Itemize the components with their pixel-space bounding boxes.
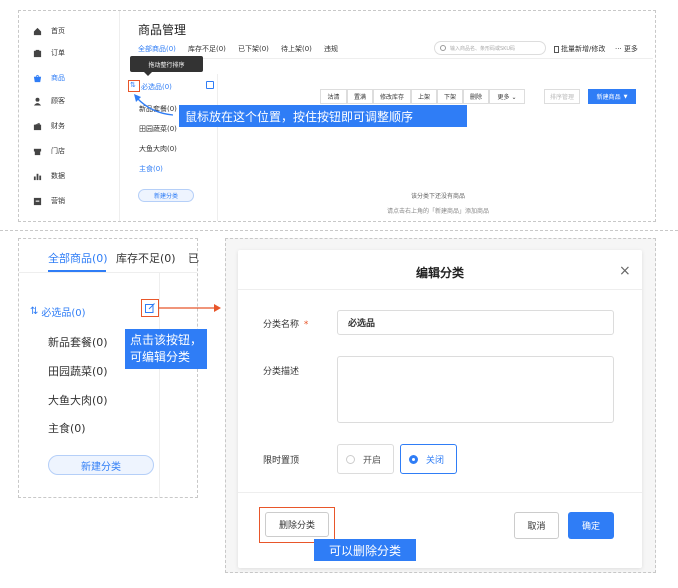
sidebar-item-finance[interactable]: 财务 [33,116,65,136]
drag-tooltip: 拖动整行排序 [130,56,203,72]
category-item-required[interactable]: 必选品(0) [141,82,172,92]
modal-footer-divider [238,492,642,493]
category-item-meat[interactable]: 大鱼大肉(0) [48,392,108,408]
new-product-button[interactable]: 新建商品 ▼ [588,89,636,104]
sidebar-item-label: 数据 [51,172,65,180]
tab-low-stock[interactable]: 库存不足(0) [116,250,176,266]
toolbar-offshelf-button[interactable]: 下架 [437,89,463,104]
toolbar-more-button[interactable]: 更多 ⌄ [489,89,525,104]
sidebar-item-orders[interactable]: 订单 [33,43,65,63]
tabs-bottom-line [138,58,653,59]
new-category-button[interactable]: 新建分类 [48,455,154,475]
new-category-button[interactable]: 新建分类 [138,189,194,202]
toolbar-onshelf-button[interactable]: 上架 [411,89,437,104]
sidebar-item-label: 首页 [51,27,65,35]
tab-off-shelf-partial[interactable]: 已 [188,250,199,266]
edit-callout: 点击该按钮， 可编辑分类 [125,329,207,369]
toolbar-sellout-button[interactable]: 沽清 [320,89,347,104]
page-title: 商品管理 [138,23,187,37]
pin-label: 限时置顶 [263,456,300,466]
empty-state-hint: 请点击右上角的「新建商品」添加商品 [386,208,489,215]
sidebar-item-label: 顾客 [51,97,65,105]
sidebar-item-label: 门店 [51,147,65,155]
cancel-button[interactable]: 取消 [514,512,559,539]
toolbar-stock-button[interactable]: 修改库存 [373,89,411,104]
category-item-required[interactable]: ⇅ 必选品(0) [30,304,86,319]
sidebar-item-label: 财务 [51,122,65,130]
batch-edit-button[interactable]: 批量新增/修改 [554,44,605,54]
document-icon [554,45,559,53]
category-item-staple[interactable]: 主食(0) [139,164,163,174]
drag-handle-icon[interactable]: ⇅ [130,81,136,89]
order-icon [33,49,42,58]
tab-all[interactable]: 全部商品(0) [48,250,108,266]
bottom-left-panel: 全部商品(0) 库存不足(0) 已 ⇅ 必选品(0) 新品套餐(0) 田园蔬菜(… [18,238,207,498]
store-icon [33,147,42,156]
name-field[interactable]: 必选品 [337,310,614,335]
edit-icon[interactable] [206,81,214,89]
customer-icon [33,97,42,106]
sidebar-item-goods[interactable]: 商品 [33,68,65,88]
sort-manage-button[interactable]: 排序管理 [544,89,580,104]
search-placeholder: 输入商品名、条形码或SKU码 [450,45,515,52]
home-icon [33,27,42,36]
tab-low-stock[interactable]: 库存不足(0) [188,44,226,54]
sidebar-item-stores[interactable]: 门店 [33,141,65,161]
edit-to-modal-arrow [158,304,221,312]
category-item-veg[interactable]: 田园蔬菜(0) [48,363,108,379]
category-item-meat[interactable]: 大鱼大肉(0) [139,144,177,154]
delete-category-button[interactable]: 删除分类 [265,512,329,537]
sidebar-item-label: 营销 [51,197,65,205]
sidebar-item-data[interactable]: 数据 [33,166,65,186]
tab-violation[interactable]: 违规 [324,44,338,54]
tab-pending[interactable]: 待上架(0) [281,44,312,54]
radio-checked-icon [409,454,418,464]
drag-callout: 鼠标放在这个位置，按住按钮即可调整顺序 [179,105,467,127]
drag-handle-icon[interactable]: ⇅ [30,306,38,317]
delete-callout: 可以删除分类 [314,539,416,561]
empty-state-title: 该分类下还没有商品 [410,193,465,200]
pin-option-off[interactable]: 关闭 [400,444,457,474]
sidebar-item-label: 商品 [51,74,65,82]
sidebar: 首页 订单 商品 顾客 财务 门店 数据 营销 [19,11,119,221]
category-item-combo[interactable]: 新品套餐(0) [48,334,108,350]
drag-pointer-arrow [134,94,174,116]
tab-off-shelf[interactable]: 已下架(0) [238,44,269,54]
name-label: 分类名称 * [263,320,309,330]
tabs-bottom-line [19,272,197,273]
category-item-veg[interactable]: 田园蔬菜(0) [139,124,177,134]
confirm-button[interactable]: 确定 [568,512,614,539]
marketing-icon [33,197,42,206]
tooltip-arrow [144,72,152,76]
modal-outer-panel: 编辑分类 × 分类名称 * 必选品 分类描述 限时置顶 开启 关闭 删除分类 取… [225,238,656,573]
search-icon [440,45,446,51]
description-label: 分类描述 [263,367,300,377]
category-item-staple[interactable]: 主食(0) [48,420,86,436]
sidebar-item-label: 订单 [51,49,65,57]
toolbar-fill-button[interactable]: 置满 [347,89,373,104]
data-icon [33,172,42,181]
search-input[interactable]: 输入商品名、条形码或SKU码 [434,41,546,55]
more-menu-button[interactable]: ··· 更多 [615,44,638,54]
panel-separator [0,230,678,231]
close-icon[interactable]: × [619,263,631,279]
pin-option-on[interactable]: 开启 [337,444,394,474]
radio-unchecked-icon [346,454,355,464]
top-panel: 首页 订单 商品 顾客 财务 门店 数据 营销 商品管理 全部商品(0) 库存不… [18,10,656,222]
description-field[interactable] [337,356,614,423]
sidebar-item-customers[interactable]: 顾客 [33,91,65,111]
goods-icon [33,74,42,83]
sidebar-item-home[interactable]: 首页 [33,21,65,41]
sidebar-item-marketing[interactable]: 营销 [33,191,65,211]
finance-icon [33,122,42,131]
modal-title: 编辑分类 [415,266,464,280]
toolbar-delete-button[interactable]: 删除 [463,89,489,104]
tab-all[interactable]: 全部商品(0) [138,44,176,54]
caret-down-icon: ▼ [623,93,628,100]
modal-header-divider [238,289,642,290]
edit-icon[interactable] [145,303,155,313]
